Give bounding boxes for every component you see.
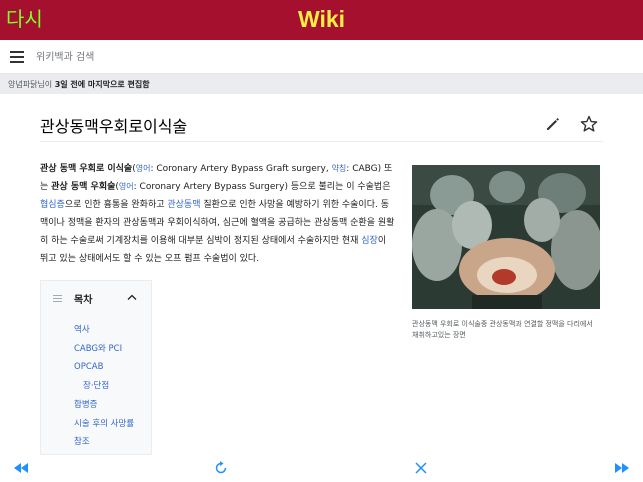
last-edited-notice[interactable]: 양념파닭님이 3일 전에 마지막으로 편집함 [0,74,643,94]
toc-item-complications[interactable]: 합병증 [74,396,134,415]
page-title: 관상동맥우회로이식술 [40,117,188,136]
abbr-link[interactable]: 약칭 [332,164,347,173]
text: : Coronary Artery Bypass Graft surgery, [150,164,332,174]
link-angina[interactable]: 협심증 [40,200,65,210]
link-heart[interactable]: 심장 [361,236,378,246]
refresh-icon[interactable] [213,460,229,476]
article-figure: 관상동맥 우회로 이식술중 관상동맥과 연결할 정맥을 다리에서 채취하고있는 … [412,165,603,341]
bold-term: 관상 동맥 우회로 이식술 [40,164,133,174]
toc-item-opcab[interactable]: OPCAB [74,358,134,377]
lang-link[interactable]: 영어 [136,164,151,173]
lang-link[interactable]: 영어 [119,182,134,191]
toc-item-mortality[interactable]: 시술 후의 사망률 [74,415,134,434]
search-bar [0,40,643,74]
title-divider [40,141,603,142]
toc-item-cabg-pci[interactable]: CABG와 PCI [74,340,134,359]
search-input[interactable] [36,48,436,66]
toc-item-history[interactable]: 역사 [74,321,134,340]
chevron-up-icon[interactable] [127,293,137,301]
text: 으로 인한 흉통을 완화하고 [64,200,168,210]
app-title: Wiki [297,6,346,32]
toc-list-icon [53,295,62,304]
bottom-toolbar [0,455,643,482]
toc-item-references[interactable]: 참조 [74,433,134,452]
bold-term: 관상 동맥 우회술 [51,182,116,192]
surgery-photo[interactable] [412,165,603,309]
last-edited-time: 3일 전에 마지막으로 편집함 [54,80,150,89]
text: : Coronary Artery Bypass Surgery) 등으로 불리… [133,182,391,192]
close-icon[interactable] [414,460,428,476]
hamburger-menu-icon[interactable] [10,51,24,63]
table-of-contents: 목차 역사 CABG와 PCI OPCAB 장·단점 합병증 시술 후의 사망률… [40,280,152,455]
toc-title: 목차 [74,295,93,306]
toc-item-pros-cons[interactable]: 장·단점 [74,377,134,396]
toc-list: 역사 CABG와 PCI OPCAB 장·단점 합병증 시술 후의 사망률 참조 [74,321,134,452]
rewind-icon[interactable] [12,460,30,476]
last-edited-editor: 양념파닭님이 [8,80,55,89]
link-coronary-artery[interactable]: 관상동맥 [167,200,200,210]
article-intro: 관상 동맥 우회로 이식술(영어: Coronary Artery Bypass… [40,160,396,268]
figure-caption: 관상동맥 우회로 이식술중 관상동맥과 연결할 정맥을 다리에서 채취하고있는 … [412,320,593,339]
watch-star-icon[interactable] [580,115,598,133]
top-bar: 다시 Wiki [0,0,643,40]
fast-forward-icon[interactable] [613,460,631,476]
edit-pencil-icon[interactable] [545,116,561,132]
